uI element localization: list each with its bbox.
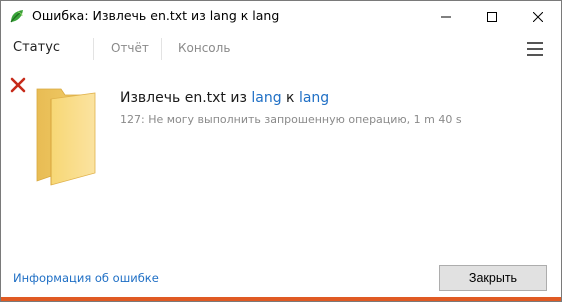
- tab-divider: [93, 38, 94, 60]
- hamburger-menu-icon[interactable]: [525, 40, 545, 58]
- maximize-icon: [487, 11, 497, 22]
- app-leaf-icon: [10, 10, 23, 23]
- close-button[interactable]: Закрыть: [439, 265, 547, 291]
- error-dialog-window: Ошибка: Извлечь en.txt из lang к lang Ст…: [0, 0, 562, 302]
- window-title: Ошибка: Извлечь en.txt из lang к lang: [32, 8, 280, 23]
- minimize-button[interactable]: [423, 1, 469, 32]
- tab-status[interactable]: Статус: [13, 40, 60, 55]
- source-link[interactable]: lang: [251, 90, 281, 106]
- operation-middle: к: [281, 90, 299, 106]
- folder-icon: [36, 88, 96, 186]
- operation-prefix: Извлечь en.txt из: [120, 90, 252, 106]
- title-bar[interactable]: Ошибка: Извлечь en.txt из lang к lang: [1, 1, 561, 32]
- error-x-icon: [10, 77, 26, 93]
- error-info-link[interactable]: Информация об ошибке: [13, 271, 159, 285]
- destination-link[interactable]: lang: [299, 90, 329, 106]
- tab-report[interactable]: Отчёт: [111, 41, 149, 55]
- tab-divider: [161, 38, 162, 60]
- minimize-icon: [441, 16, 451, 17]
- close-icon: [533, 11, 543, 22]
- tab-console[interactable]: Консоль: [178, 41, 230, 55]
- close-window-button[interactable]: [515, 1, 561, 32]
- tab-bar: Статус Отчёт Консоль: [1, 32, 561, 68]
- error-status-bar: [1, 297, 561, 301]
- maximize-button[interactable]: [469, 1, 515, 32]
- operation-title: Извлечь en.txt из lang к lang: [120, 90, 329, 106]
- operation-detail: 127: Не могу выполнить запрошенную опера…: [120, 113, 462, 126]
